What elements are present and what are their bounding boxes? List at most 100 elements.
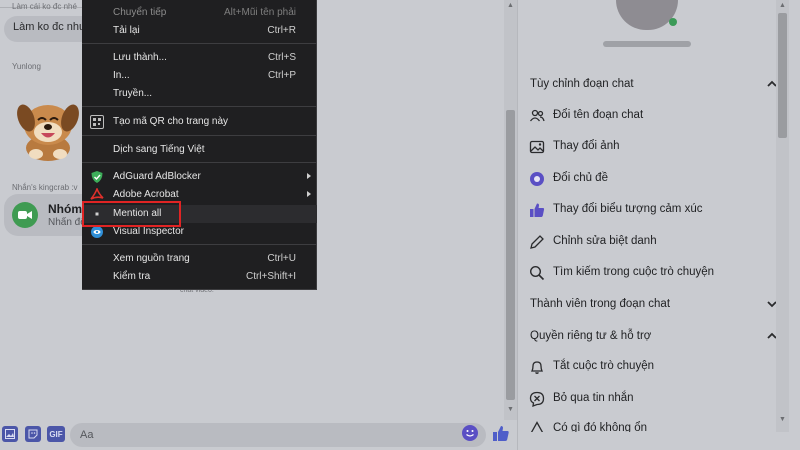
change-photo-item[interactable]: Thay đổi ảnh: [518, 134, 780, 162]
menu-item-shortcut: Ctrl+Shift+I: [245, 271, 296, 282]
section-title: Quyền riêng tư & hỗ trợ: [530, 330, 652, 342]
menu-item-cast[interactable]: Truyền...: [82, 85, 317, 103]
menu-separator: [82, 162, 317, 163]
menu-item-shortcut: Ctrl+S: [267, 52, 296, 63]
menu-item-inspect[interactable]: Kiểm tra Ctrl+Shift+I: [82, 268, 317, 286]
gif-icon[interactable]: GIF: [47, 426, 65, 442]
thumbs-up-icon[interactable]: [492, 425, 510, 443]
menu-item-shortcut: Ctrl+R: [267, 25, 296, 36]
image-icon: [529, 140, 545, 154]
menu-item-save-as[interactable]: Lưu thành... Ctrl+S: [82, 49, 317, 67]
row-label: Đổi tên đoạn chat: [553, 109, 644, 121]
scroll-up-arrow[interactable]: ▲: [776, 0, 789, 12]
dog-sticker-image[interactable]: [12, 92, 84, 164]
section-customize-chat[interactable]: Tùy chỉnh đoạn chat: [518, 73, 778, 97]
menu-item-label: Truyền...: [113, 88, 153, 99]
chat-scrollbar[interactable]: ▲ ▼: [504, 0, 517, 420]
menu-item-label: Visual Inspector: [113, 226, 184, 237]
menu-item-label: Kiểm tra: [113, 271, 151, 282]
emoji-icon[interactable]: [462, 425, 478, 441]
menu-separator: [82, 43, 317, 44]
sticker-icon[interactable]: [25, 426, 41, 442]
row-label: Đổi chủ đề: [553, 172, 608, 184]
message-input[interactable]: [70, 423, 486, 447]
faded-message-label: Làm cái ko đc nhé: [12, 2, 77, 11]
menu-item-reload[interactable]: Tải lại Ctrl+R: [82, 22, 317, 40]
menu-item-label: Chuyển tiếp: [113, 7, 167, 18]
pencil-icon: [530, 235, 544, 249]
qr-code-icon: [90, 115, 104, 129]
bell-icon: [530, 361, 544, 374]
menu-item-label: Dịch sang Tiếng Việt: [113, 144, 205, 155]
sender-name: Yunlong: [12, 62, 41, 71]
thumbs-up-icon: [530, 203, 545, 217]
row-label: Chỉnh sửa biệt danh: [553, 235, 657, 247]
ignore-messages-item[interactable]: Bỏ qua tin nhắn: [518, 386, 780, 414]
menu-item-view-source[interactable]: Xem nguồn trang Ctrl+U: [82, 250, 317, 268]
visual-inspector-icon: [90, 225, 104, 239]
search-icon: [529, 265, 545, 281]
submenu-arrow-icon: [307, 173, 311, 179]
row-label: Tìm kiếm trong cuộc trò chuyện: [553, 266, 715, 278]
menu-item-label: AdGuard AdBlocker: [113, 171, 201, 182]
menu-item-shortcut: Ctrl+U: [267, 253, 296, 264]
rename-chat-item[interactable]: Đổi tên đoạn chat: [518, 103, 780, 131]
context-menu: Chuyển tiếp Alt+Mũi tên phải Tải lại Ctr…: [82, 0, 317, 290]
menu-item-label: In...: [113, 70, 130, 81]
menu-item-label: Xem nguồn trang: [113, 253, 190, 264]
profile-name-blurred: [603, 41, 691, 47]
scroll-down-arrow[interactable]: ▼: [504, 404, 517, 416]
search-in-chat-item[interactable]: Tìm kiếm trong cuộc trò chuyện: [518, 260, 780, 288]
menu-item-label: Tạo mã QR cho trang này: [113, 116, 229, 127]
video-call-icon: [12, 202, 38, 228]
row-label: Có gì đó không ổn: [553, 422, 647, 432]
menu-item-shortcut: Ctrl+P: [267, 70, 296, 81]
row-label: Bỏ qua tin nhắn: [553, 392, 634, 404]
scroll-thumb[interactable]: [778, 13, 787, 138]
chat-info-panel: Tùy chỉnh đoạn chat Đổi tên đoạn chat Th…: [517, 0, 800, 450]
report-problem-item[interactable]: Có gì đó không ổn: [518, 416, 780, 432]
change-emoji-item[interactable]: Thay đổi biểu tượng cảm xúc: [518, 197, 780, 225]
menu-item-shortcut: Alt+Mũi tên phải: [224, 7, 296, 18]
call-title: Nhóm: [48, 202, 82, 216]
menu-item-print[interactable]: In... Ctrl+P: [82, 67, 317, 85]
people-icon: [529, 109, 545, 122]
menu-separator: [82, 244, 317, 245]
menu-item-forward[interactable]: Chuyển tiếp Alt+Mũi tên phải: [82, 4, 317, 22]
menu-item-adguard[interactable]: AdGuard AdBlocker: [82, 168, 317, 186]
call-subtitle: Nhấn để: [48, 217, 86, 228]
section-title: Tùy chỉnh đoạn chat: [530, 78, 634, 90]
avatar[interactable]: [616, 0, 678, 30]
menu-item-translate[interactable]: Dịch sang Tiếng Việt: [82, 141, 317, 159]
image-icon[interactable]: [2, 426, 18, 442]
scroll-down-arrow[interactable]: ▼: [776, 414, 789, 426]
message-composer: GIF: [0, 420, 517, 450]
menu-item-create-qr[interactable]: Tạo mã QR cho trang này: [82, 113, 317, 131]
theme-circle-icon: [530, 172, 544, 186]
acrobat-icon: [90, 188, 104, 202]
row-label: Thay đổi ảnh: [553, 140, 620, 152]
scroll-up-arrow[interactable]: ▲: [504, 0, 517, 12]
warning-icon: [530, 421, 544, 432]
menu-separator: [82, 106, 317, 107]
section-privacy-support[interactable]: Quyền riêng tư & hỗ trợ: [518, 325, 778, 349]
menu-item-label: Adobe Acrobat: [113, 189, 179, 200]
section-chat-members[interactable]: Thành viên trong đoạn chat: [518, 293, 778, 317]
change-theme-item[interactable]: Đổi chủ đề: [518, 166, 780, 194]
section-title: Thành viên trong đoạn chat: [530, 298, 671, 310]
panel-scrollbar[interactable]: ▲ ▼: [776, 0, 789, 432]
submenu-arrow-icon: [307, 191, 311, 197]
row-label: Thay đổi biểu tượng cảm xúc: [553, 203, 703, 215]
sender-name: Nhắn's kingcrab :v: [12, 183, 78, 192]
highlight-annotation-box: [82, 201, 181, 227]
adguard-shield-icon: [90, 170, 104, 184]
menu-item-label: Lưu thành...: [113, 52, 167, 63]
row-label: Tắt cuộc trò chuyện: [553, 360, 654, 372]
menu-separator: [82, 135, 317, 136]
mute-chat-item[interactable]: Tắt cuộc trò chuyện: [518, 354, 780, 382]
scroll-thumb[interactable]: [506, 110, 515, 400]
ignore-icon: [529, 391, 545, 407]
online-status-dot: [669, 18, 677, 26]
menu-item-label: Tải lại: [113, 25, 140, 36]
edit-nickname-item[interactable]: Chỉnh sửa biệt danh: [518, 229, 780, 257]
